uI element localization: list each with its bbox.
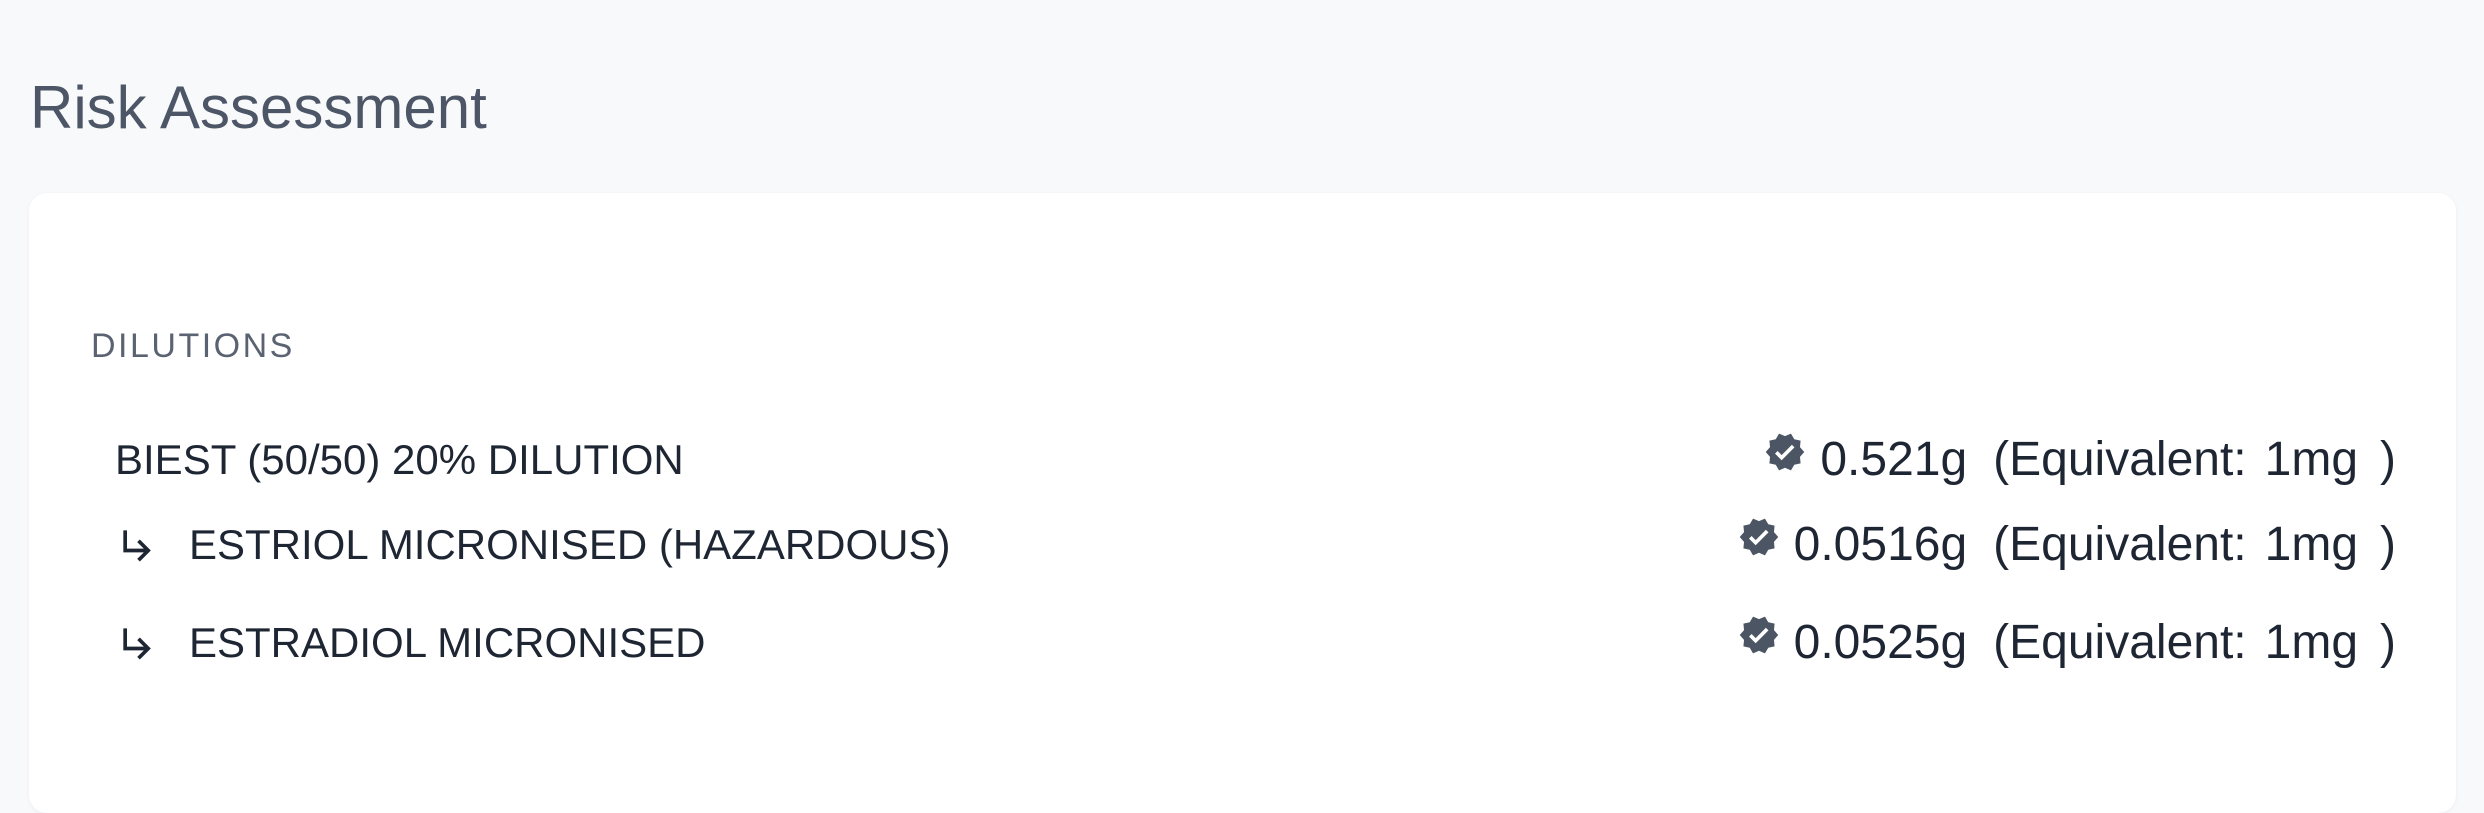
risk-assessment-card [29,193,2456,813]
close-paren: ) [2380,433,2396,486]
ingredient-name: ESTRIOL MICRONISED (HAZARDOUS) [189,521,951,568]
verified-badge-icon [1739,616,1778,654]
open-paren: ( [1993,433,2010,486]
page-title: Risk Assessment [30,74,487,141]
verified-badge-icon [1766,433,1805,471]
open-paren: ( [1993,616,2010,669]
ingredient-amount-group: 0.0516g ( Equivalent: 1mg ) [1738,513,2396,577]
equivalent-label: Equivalent: [2009,616,2247,669]
ingredient-name: ESTRADIOL MICRONISED [189,619,706,666]
subdirectory-arrow-right-icon [123,628,151,660]
ingredient-amount: 0.0516g [1793,518,1968,571]
dilution-row: ESTRIOL MICRONISED (HAZARDOUS) 0.0516g (… [0,513,2484,577]
equivalent-value: 1mg [2264,616,2359,669]
equivalent-label: Equivalent: [2009,518,2247,571]
dilution-amount: 0.521g [1820,433,1968,486]
open-paren: ( [1993,518,2010,571]
equivalent-value: 1mg [2264,518,2359,571]
equivalent-value: 1mg [2264,433,2359,486]
subdirectory-arrow-right-icon [123,530,151,562]
dilution-row: BIEST (50/50) 20% DILUTION 0.521g ( Equi… [0,428,2484,492]
dilution-name: BIEST (50/50) 20% DILUTION [115,436,684,483]
close-paren: ) [2380,616,2396,669]
ingredient-amount: 0.0525g [1793,616,1968,669]
dilution-amount-group: 0.521g ( Equivalent: 1mg ) [1764,428,2396,492]
dilution-row: ESTRADIOL MICRONISED 0.0525g ( Equivalen… [0,611,2484,675]
verified-badge-icon [1739,518,1778,556]
close-paren: ) [2380,518,2396,571]
dilutions-section-label: DILUTIONS [91,327,295,365]
equivalent-label: Equivalent: [2009,433,2247,486]
ingredient-amount-group: 0.0525g ( Equivalent: 1mg ) [1738,611,2396,675]
